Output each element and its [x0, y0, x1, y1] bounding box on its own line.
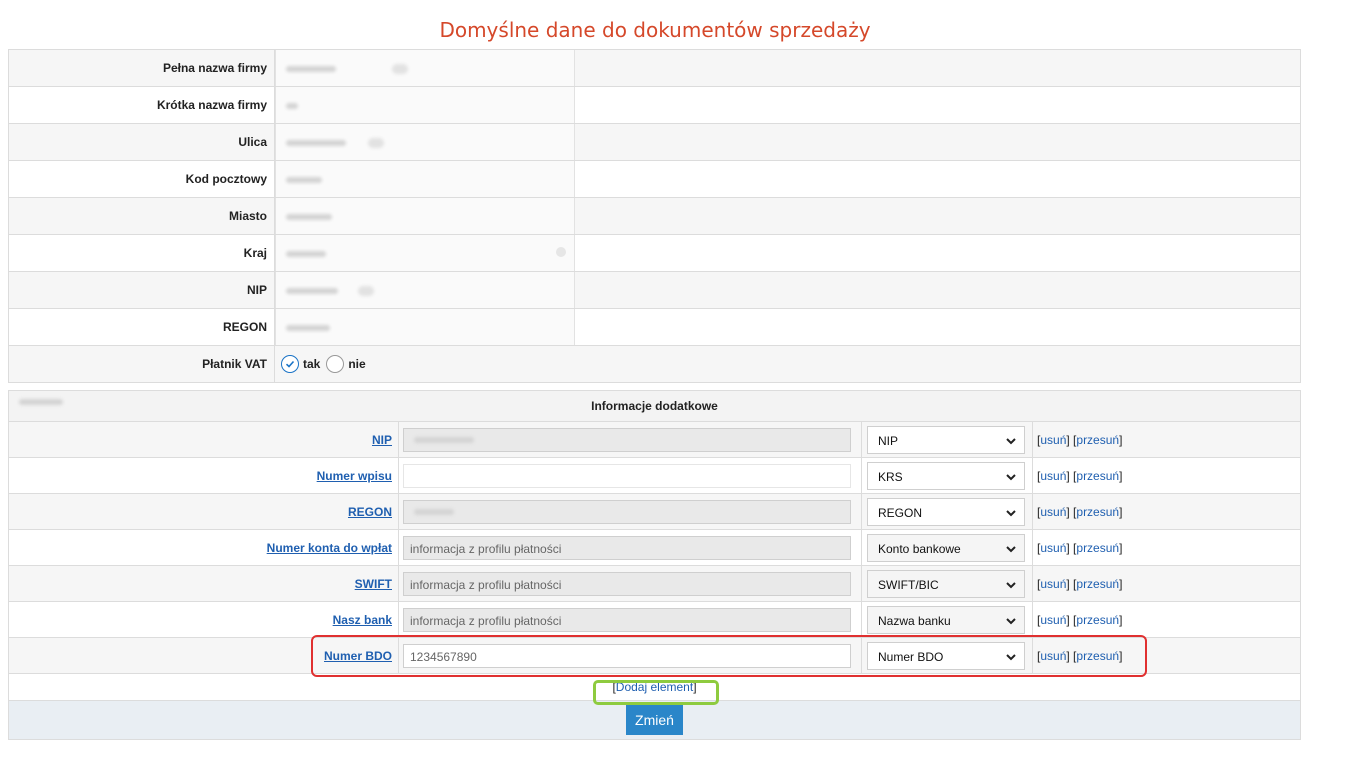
submit-button[interactable]: Zmień — [626, 705, 683, 735]
check-icon — [285, 360, 295, 368]
field-row-city: Miasto — [8, 197, 1301, 235]
move-link[interactable]: przesuń — [1076, 469, 1119, 483]
move-link[interactable]: przesuń — [1076, 433, 1119, 447]
chevron-down-icon — [1006, 509, 1016, 516]
add-element-link[interactable]: Dodaj element — [616, 680, 693, 694]
field-row-full-name: Pełna nazwa firmy — [8, 49, 1301, 87]
field-label: REGON — [8, 308, 275, 346]
field-row-short-name: Krótka nazwa firmy — [8, 86, 1301, 124]
extra-row: Numer konta do wpłat informacja z profil… — [8, 529, 1301, 566]
add-element-row: [Dodaj element] — [8, 673, 1301, 701]
extra-label-link[interactable]: NIP — [372, 433, 392, 447]
extra-label-link[interactable]: SWIFT — [355, 577, 392, 591]
select-value: REGON — [878, 505, 923, 520]
delete-link[interactable]: usuń — [1040, 541, 1066, 555]
move-link[interactable]: przesuń — [1076, 505, 1119, 519]
extra-row: Nasz bank informacja z profilu płatności… — [8, 601, 1301, 638]
delete-link[interactable]: usuń — [1040, 469, 1066, 483]
country-select[interactable] — [275, 235, 575, 271]
full-name-input[interactable] — [275, 50, 575, 86]
extra-type-select[interactable]: SWIFT/BIC — [867, 569, 1025, 598]
field-label: NIP — [8, 271, 275, 309]
field-row-nip: NIP — [8, 271, 1301, 309]
select-value: Konto bankowe — [878, 541, 961, 556]
select-value: Numer BDO — [878, 649, 944, 664]
field-label: Miasto — [8, 197, 275, 235]
chevron-down-icon — [1006, 653, 1016, 660]
extra-type-select[interactable]: NIP — [867, 425, 1025, 454]
field-row-country: Kraj — [8, 234, 1301, 272]
select-value: SWIFT/BIC — [878, 577, 939, 592]
field-label: Krótka nazwa firmy — [8, 86, 275, 124]
extra-info-header-row: Informacje dodatkowe — [8, 390, 1301, 422]
extra-label-link[interactable]: Nasz bank — [333, 613, 392, 627]
extra-row: Numer wpisu KRS [usuń] [przesuń] — [8, 398, 1301, 494]
chevron-down-icon — [1006, 437, 1016, 444]
extra-row: NIP NIP [usuń] [przesuń] — [8, 421, 1301, 458]
extra-value-input[interactable] — [18, 398, 851, 488]
extra-value-input[interactable]: informacja z profilu płatności — [403, 535, 851, 560]
field-row-street: Ulica — [8, 123, 1301, 161]
delete-link[interactable]: usuń — [1040, 505, 1066, 519]
chevron-down-icon — [1006, 545, 1016, 552]
extra-row: SWIFT informacja z profilu płatności SWI… — [8, 565, 1301, 602]
extra-value-input[interactable] — [403, 427, 851, 452]
extra-label-link[interactable]: Numer BDO — [324, 649, 392, 663]
select-value: NIP — [878, 433, 899, 448]
chevron-down-icon — [1006, 581, 1016, 588]
submit-row: Zmień — [8, 700, 1301, 740]
chevron-down-icon — [1006, 473, 1016, 480]
vat-yes-radio[interactable] — [281, 355, 299, 373]
extra-value-input[interactable]: 1234567890 — [403, 643, 851, 668]
select-value: Nazwa banku — [878, 613, 951, 628]
extra-type-select[interactable]: KRS — [867, 461, 1025, 490]
extra-value-input[interactable]: informacja z profilu płatności — [403, 571, 851, 596]
move-link[interactable]: przesuń — [1076, 649, 1119, 663]
postal-code-input[interactable] — [275, 161, 575, 197]
extra-type-select[interactable]: Nazwa banku — [867, 605, 1025, 634]
extra-value-input[interactable] — [403, 499, 851, 524]
vat-yes-label: tak — [303, 357, 321, 371]
extra-type-select[interactable]: Numer BDO — [867, 641, 1025, 670]
field-row-postal-code: Kod pocztowy — [8, 160, 1301, 198]
extra-row: Numer BDO 1234567890 Numer BDO [usuń] [p… — [8, 637, 1301, 674]
extra-value-input[interactable]: informacja z profilu płatności — [403, 607, 851, 632]
short-name-input[interactable] — [275, 87, 575, 123]
delete-link[interactable]: usuń — [1040, 577, 1066, 591]
extra-row: REGON REGON [usuń] [przesuń] — [8, 493, 1301, 530]
vat-no-radio[interactable] — [326, 355, 345, 373]
field-label: Płatnik VAT — [8, 345, 275, 383]
delete-link[interactable]: usuń — [1040, 649, 1066, 663]
extra-type-select[interactable]: REGON — [867, 497, 1025, 526]
field-label: Kraj — [8, 234, 275, 272]
extra-info-table: Informacje dodatkowe NIP NIP [usuń] [prz… — [8, 390, 1301, 740]
vat-no-label: nie — [348, 357, 366, 371]
delete-link[interactable]: usuń — [1040, 613, 1066, 627]
company-form: Pełna nazwa firmy Krótka nazwa firmy Uli… — [8, 49, 1301, 383]
section-heading: Informacje dodatkowe — [8, 390, 1301, 422]
field-row-regon: REGON — [8, 308, 1301, 346]
page-title: Domyślne dane do dokumentów sprzedaży — [439, 18, 871, 42]
extra-label-link[interactable]: Numer wpisu — [317, 469, 392, 483]
nip-input[interactable] — [275, 272, 575, 308]
extra-label-link[interactable]: REGON — [348, 505, 392, 519]
field-label: Ulica — [8, 123, 275, 161]
field-label: Pełna nazwa firmy — [8, 49, 275, 87]
extra-type-select[interactable]: Konto bankowe — [867, 533, 1025, 562]
extra-label-link[interactable]: Numer konta do wpłat — [267, 541, 392, 555]
delete-link[interactable]: usuń — [1040, 433, 1066, 447]
chevron-down-icon — [556, 247, 566, 257]
city-input[interactable] — [275, 198, 575, 234]
chevron-down-icon — [1006, 617, 1016, 624]
move-link[interactable]: przesuń — [1076, 541, 1119, 555]
field-row-vat-payer: Płatnik VAT tak nie — [8, 345, 1301, 383]
select-value: KRS — [878, 469, 903, 484]
street-input[interactable] — [275, 124, 575, 160]
field-label: Kod pocztowy — [8, 160, 275, 198]
move-link[interactable]: przesuń — [1076, 577, 1119, 591]
move-link[interactable]: przesuń — [1076, 613, 1119, 627]
regon-input[interactable] — [275, 309, 575, 345]
